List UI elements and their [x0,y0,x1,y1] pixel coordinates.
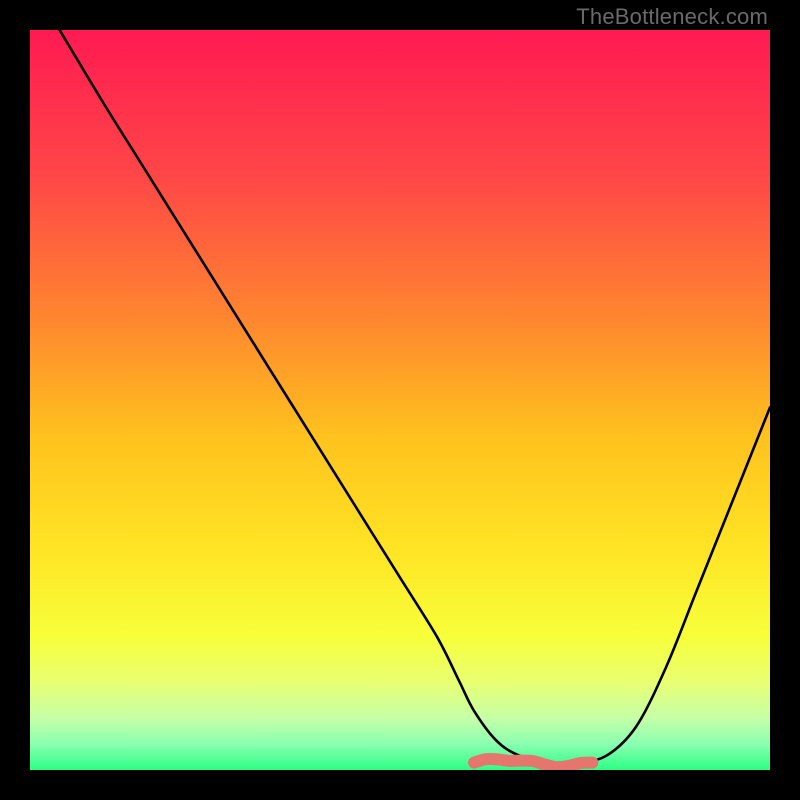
bottleneck-curve [60,30,770,764]
optimal-range-marker [474,759,592,767]
chart-frame: TheBottleneck.com [0,0,800,800]
watermark-text: TheBottleneck.com [576,4,768,30]
curve-layer [30,30,770,770]
plot-area [30,30,770,770]
